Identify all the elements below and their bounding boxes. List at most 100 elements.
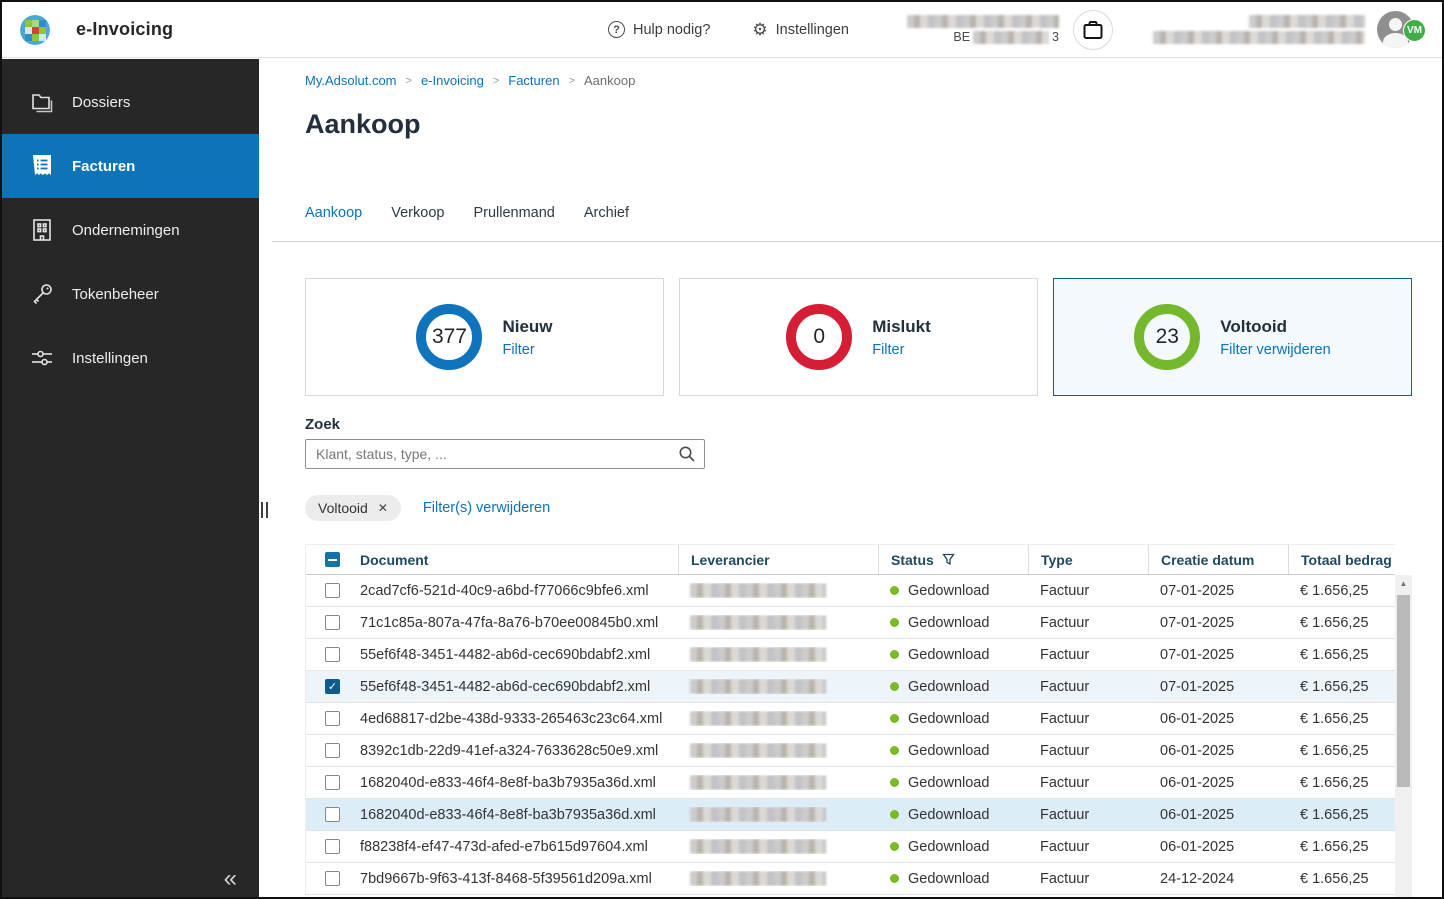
card-nieuw[interactable]: 377 Nieuw Filter [305,278,664,396]
row-checkbox[interactable]: ✓ [325,679,340,694]
top-header: e-Invoicing ? Hulp nodig? ⚙ Instellingen… [2,2,1442,58]
row-checkbox[interactable] [325,775,340,790]
chip-close-icon[interactable]: ✕ [378,501,388,515]
filter-link-nieuw[interactable]: Filter [502,342,552,358]
table-row[interactable]: 1682040d-e833-46f4-8e8f-ba3b7935a36d.xml… [306,767,1395,799]
select-all-cell[interactable] [306,545,348,574]
table-row[interactable]: 8392c1db-22d9-41ef-a324-7633628c50e9.xml… [306,735,1395,767]
breadcrumb-separator: > [568,74,576,87]
status-cell: Gedownload [878,807,1028,823]
col-document[interactable]: Document [348,545,678,574]
sidebar-item-dossiers[interactable]: Dossiers [2,70,259,134]
user-avatar[interactable]: VM [1377,11,1426,48]
app-window: { "header": { "app_title": "e-Invoicing"… [0,0,1444,899]
row-checkbox[interactable] [325,583,340,598]
scrollbar-thumb[interactable] [1397,595,1410,787]
filter-chip-voltooid[interactable]: Voltooid ✕ [305,495,401,521]
key-icon [29,281,55,307]
help-label: Hulp nodig? [632,21,711,38]
sidebar-item-instellingen[interactable]: Instellingen [2,326,259,390]
table-row[interactable]: 1682040d-e833-46f4-8e8f-ba3b7935a36d.xml… [306,799,1395,831]
search-input[interactable] [305,439,705,469]
clear-filters-link[interactable]: Filter(s) verwijderen [423,500,550,516]
amount-cell: € 1.656,25 [1300,582,1369,599]
leverancier-cell [678,615,878,630]
table-row[interactable]: 2cad7cf6-521d-40c9-a6bd-f77066c9bfe6.xml… [306,575,1395,607]
row-checkbox[interactable] [325,807,340,822]
document-cell: 1682040d-e833-46f4-8e8f-ba3b7935a36d.xml [360,806,656,823]
table-row[interactable]: 4ed68817-d2be-438d-9333-265463c23c64.xml… [306,703,1395,735]
col-totaal-bedrag[interactable]: Totaal bedrag [1288,545,1396,574]
filter-remove-link[interactable]: Filter verwijderen [1220,342,1330,358]
col-creatie-datum[interactable]: Creatie datum [1148,545,1288,574]
date-cell: 07-01-2025 [1160,678,1235,695]
facturen-icon [29,153,55,179]
breadcrumb-link-einvoicing[interactable]: e-Invoicing [421,73,484,88]
row-checkbox[interactable] [325,647,340,662]
search-icon[interactable] [678,445,696,468]
table-row[interactable]: 71c1c85a-807a-47fa-8a76-b70ee00845b0.xml… [306,607,1395,639]
vat-prefix: BE [953,30,971,44]
help-button[interactable]: ? Hulp nodig? [607,21,711,38]
redacted-supplier [690,839,826,854]
panel-resize-handle[interactable] [261,502,268,518]
col-status[interactable]: Status [878,545,1028,574]
tab-prullenmand[interactable]: Prullenmand [473,205,554,233]
sidebar-item-ondernemingen[interactable]: Ondernemingen [2,198,259,262]
type-cell: Factuur [1040,870,1090,887]
tab-divider [272,241,1442,242]
sidebar-item-tokenbeheer[interactable]: Tokenbeheer [2,262,259,326]
table-row[interactable]: ✓ 55ef6f48-3451-4482-ab6d-cec690bdabf2.xm… [306,671,1395,703]
status-cell: Gedownload [878,871,1028,887]
date-cell: 07-01-2025 [1160,614,1235,631]
type-cell: Factuur [1040,838,1090,855]
col-type[interactable]: Type [1028,545,1148,574]
redacted-supplier [690,775,826,790]
leverancier-cell [678,583,878,598]
company-info: BE 3 [907,13,1059,46]
filter-funnel-icon[interactable] [942,553,955,566]
sidebar-item-facturen[interactable]: Facturen [2,134,259,198]
table-row[interactable]: 7bd9667b-9f63-413f-8468-5f39561d209a.xml… [306,863,1395,895]
row-checkbox[interactable] [325,871,340,886]
table-scrollbar[interactable]: ▲ [1395,575,1412,897]
card-label: Mislukt [872,316,931,336]
sidebar-collapse-button[interactable]: « [224,867,237,891]
card-label: Nieuw [502,316,553,336]
row-checkbox[interactable] [325,743,340,758]
breadcrumb-link-facturen[interactable]: Facturen [508,73,559,88]
redacted-supplier [690,679,826,694]
status-cell: Gedownload [878,743,1028,759]
status-cell: Gedownload [878,839,1028,855]
tab-archief[interactable]: Archief [584,205,629,233]
card-mislukt[interactable]: 0 Mislukt Filter [679,278,1038,396]
type-cell: Factuur [1040,710,1090,727]
sidebar-item-label: Ondernemingen [72,221,180,239]
redacted-supplier [690,647,826,662]
row-checkbox[interactable] [325,615,340,630]
type-cell: Factuur [1040,742,1090,759]
redacted-supplier [690,583,826,598]
redacted-user-email [1153,31,1365,44]
company-switcher-button[interactable] [1073,9,1113,50]
vm-badge: VM [1403,19,1426,42]
filter-link-mislukt[interactable]: Filter [872,342,931,358]
table-row[interactable]: f88238f4-ef47-473d-afed-e7b615d97604.xml… [306,831,1395,863]
card-voltooid[interactable]: 23 Voltooid Filter verwijderen [1053,278,1412,396]
scroll-up-arrow[interactable]: ▲ [1395,575,1412,591]
amount-cell: € 1.656,25 [1300,646,1369,663]
row-checkbox[interactable] [325,839,340,854]
date-cell: 06-01-2025 [1160,774,1235,791]
col-leverancier[interactable]: Leverancier [678,545,878,574]
tab-aankoop[interactable]: Aankoop [305,205,362,233]
tab-verkoop[interactable]: Verkoop [391,205,444,233]
date-cell: 06-01-2025 [1160,806,1235,823]
breadcrumb-link-home[interactable]: My.Adsolut.com [305,73,397,88]
row-checkbox[interactable] [325,711,340,726]
settings-label: Instellingen [775,21,849,38]
select-all-checkbox[interactable] [325,552,340,567]
type-cell: Factuur [1040,774,1090,791]
settings-button[interactable]: ⚙ Instellingen [752,21,849,38]
table-header: Document Leverancier Status Type Creatie… [306,544,1395,575]
table-row[interactable]: 55ef6f48-3451-4482-ab6d-cec690bdabf2.xml… [306,639,1395,671]
